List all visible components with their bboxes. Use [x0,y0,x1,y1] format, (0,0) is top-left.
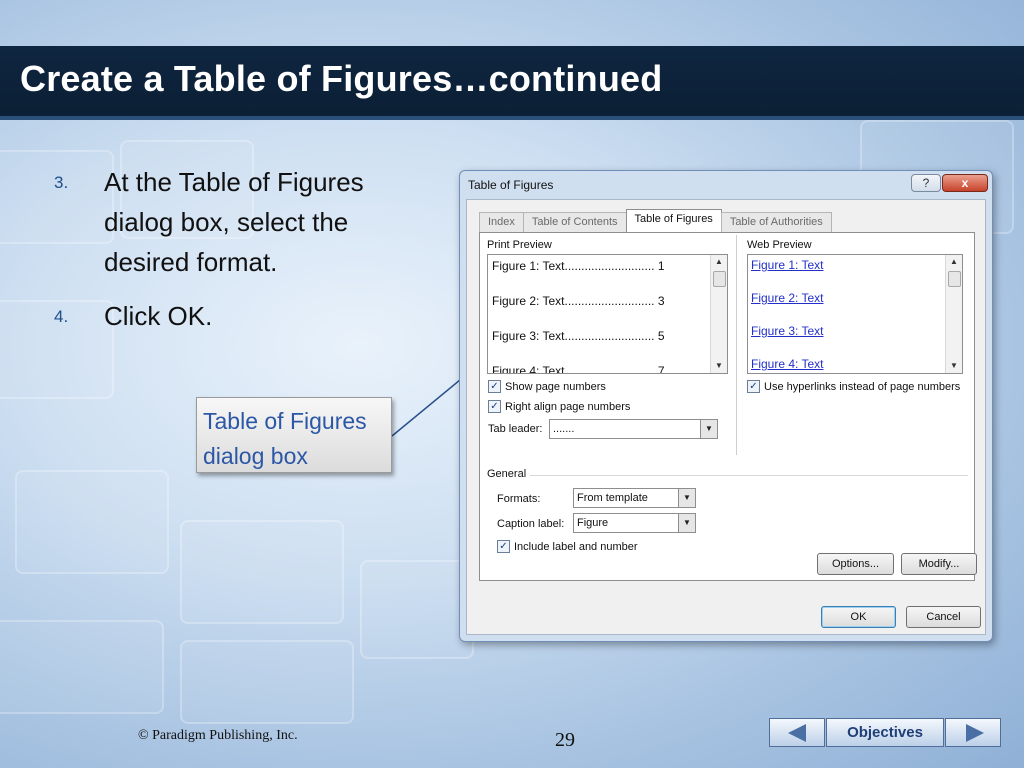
page-number: 29 [555,729,575,751]
tab-table-of-figures[interactable]: Table of Figures [625,209,722,232]
checkmark-icon: ✓ [747,380,760,393]
left-arrow-icon [788,724,806,742]
formats-select[interactable]: From template ▼ [573,488,696,508]
caption-label-value: Figure [577,517,609,529]
formats-label: Formats: [497,493,541,505]
tab-leader-label: Tab leader: [488,423,543,435]
use-hyperlinks-label: Use hyperlinks instead of page numbers [764,380,961,393]
dropdown-arrow-icon: ▼ [678,514,695,532]
ok-button[interactable]: OK [821,606,896,628]
tab-leader-value: ....... [553,423,575,435]
print-preview-line: Figure 4: Text..........................… [492,364,665,374]
print-preview-box: Figure 1: Text..........................… [487,254,728,374]
web-preview-link: Figure 2: Text [751,291,824,305]
modify-button[interactable]: Modify... [901,553,977,575]
help-button[interactable]: ? [911,174,941,192]
checkmark-icon: ✓ [488,400,501,413]
dropdown-arrow-icon: ▼ [678,489,695,507]
right-align-page-numbers-checkbox[interactable]: ✓ Right align page numbers [488,400,630,413]
scroll-up-icon[interactable]: ▲ [946,255,962,269]
objectives-button[interactable]: Objectives [826,718,944,747]
table-of-figures-dialog: Table of Figures ? x Index Table of Cont… [459,170,993,642]
web-preview-scrollbar[interactable]: ▲ ▼ [945,255,962,373]
print-preview-line: Figure 2: Text..........................… [492,294,665,308]
print-preview-scrollbar[interactable]: ▲ ▼ [710,255,727,373]
copyright-text: © Paradigm Publishing, Inc. [138,728,298,743]
dropdown-arrow-icon: ▼ [700,420,717,438]
caption-label-select[interactable]: Figure ▼ [573,513,696,533]
print-preview-label: Print Preview [487,239,552,251]
scroll-up-icon[interactable]: ▲ [711,255,727,269]
tab-strip: Index Table of Contents Table of Figures… [479,209,832,232]
general-section-label: General [487,468,527,480]
show-page-numbers-label: Show page numbers [505,380,606,393]
callout-box: Table of Figures dialog box [196,397,392,473]
checkmark-icon: ✓ [488,380,501,393]
close-button[interactable]: x [942,174,988,192]
include-label-text: Include label and number [514,540,638,553]
next-slide-button[interactable] [945,718,1001,747]
dialog-title: Table of Figures [468,178,554,192]
scroll-thumb[interactable] [948,271,961,287]
tab-index[interactable]: Index [479,212,524,232]
caption-label-label: Caption label: [497,518,565,530]
slide-navigation: Objectives [769,718,1001,748]
tab-panel-table-of-figures: Print Preview Figure 1: Text............… [479,232,977,581]
formats-value: From template [577,492,648,504]
include-label-and-number-checkbox[interactable]: ✓ Include label and number [497,540,638,553]
options-button[interactable]: Options... [817,553,894,575]
right-align-label: Right align page numbers [505,400,631,413]
print-preview-line: Figure 1: Text..........................… [492,259,665,273]
preview-divider [736,235,737,455]
web-preview-box: Figure 1: Text Figure 2: Text Figure 3: … [747,254,963,374]
use-hyperlinks-checkbox[interactable]: ✓ Use hyperlinks instead of page numbers [747,380,960,393]
web-preview-label: Web Preview [747,239,812,251]
tab-table-of-authorities[interactable]: Table of Authorities [720,212,832,232]
tab-leader-select[interactable]: ....... ▼ [549,419,718,439]
cancel-button[interactable]: Cancel [906,606,981,628]
scroll-down-icon[interactable]: ▼ [711,359,727,373]
callout-text: Table of Figures dialog box [203,408,367,469]
right-arrow-icon [966,724,984,742]
general-divider [530,475,968,476]
web-preview-link: Figure 4: Text [751,357,824,371]
print-preview-line: Figure 3: Text..........................… [492,329,665,343]
web-preview-link: Figure 3: Text [751,324,824,338]
scroll-thumb[interactable] [713,271,726,287]
tab-table-of-contents[interactable]: Table of Contents [522,212,627,232]
checkmark-icon: ✓ [497,540,510,553]
scroll-down-icon[interactable]: ▼ [946,359,962,373]
previous-slide-button[interactable] [769,718,825,747]
web-preview-link: Figure 1: Text [751,258,824,272]
show-page-numbers-checkbox[interactable]: ✓ Show page numbers [488,380,606,393]
dialog-body: Index Table of Contents Table of Figures… [466,199,986,635]
